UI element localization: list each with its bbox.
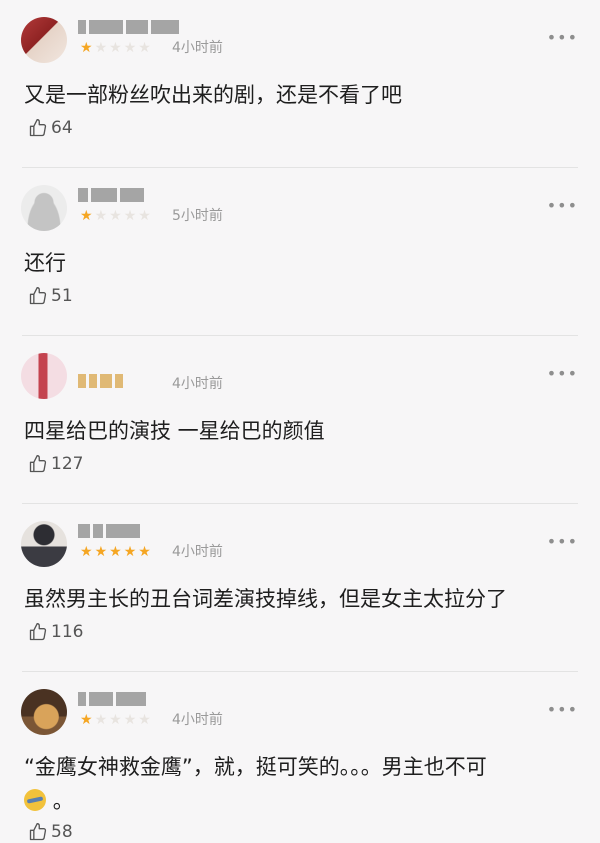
comment-item: 4小时前 ••• 四星给巴的演技 一星给巴的颜值 127 <box>0 336 600 504</box>
thumbs-up-icon <box>29 287 47 305</box>
avatar[interactable] <box>21 689 67 735</box>
star-icon: ★ <box>80 544 93 560</box>
star-rating: ★ ★ ★ ★ ★ <box>80 544 151 560</box>
timestamp: 4小时前 <box>172 544 223 560</box>
star-rating: ★ ★ ★ ★ ★ <box>80 40 151 56</box>
comment-text: “金鹰女神救金鹰”，就，挺可笑的。。。男主也不可 。 <box>24 750 564 818</box>
timestamp: 4小时前 <box>172 712 223 728</box>
thumbs-up-icon <box>29 119 47 137</box>
star-icon: ★ <box>109 208 122 224</box>
star-rating: ★ ★ ★ ★ ★ <box>80 712 151 728</box>
username-redacted[interactable] <box>78 184 144 206</box>
star-icon: ★ <box>109 544 122 560</box>
like-count: 64 <box>51 118 73 138</box>
like-count: 58 <box>51 822 73 842</box>
more-options-icon[interactable]: ••• <box>547 198 578 214</box>
avatar[interactable] <box>21 17 67 63</box>
star-icon: ★ <box>138 208 151 224</box>
timestamp: 5小时前 <box>172 208 223 224</box>
more-options-icon[interactable]: ••• <box>547 30 578 46</box>
star-icon: ★ <box>80 208 93 224</box>
like-button[interactable]: 64 <box>28 118 73 138</box>
like-button[interactable]: 58 <box>28 822 73 842</box>
more-options-icon[interactable]: ••• <box>547 702 578 718</box>
star-icon: ★ <box>80 40 93 56</box>
like-count: 116 <box>51 622 84 642</box>
star-icon: ★ <box>80 712 93 728</box>
star-icon: ★ <box>123 712 137 728</box>
username-redacted[interactable] <box>78 688 146 710</box>
comment-item: ★ ★ ★ ★ ★ 4小时前 ••• “金鹰女神救金鹰”，就，挺可笑的。。。男主… <box>0 672 600 843</box>
comment-text-line: “金鹰女神救金鹰”，就，挺可笑的。。。男主也不可 <box>24 755 487 779</box>
star-icon: ★ <box>94 544 108 560</box>
comment-text: 还行 <box>24 251 66 275</box>
star-icon: ★ <box>123 208 137 224</box>
timestamp: 4小时前 <box>172 40 223 56</box>
star-icon: ★ <box>94 40 108 56</box>
comment-text: 又是一部粉丝吹出来的剧，还是不看了吧 <box>24 83 402 107</box>
thumbs-up-icon <box>29 623 47 641</box>
comment-text: 四星给巴的演技 一星给巴的颜值 <box>24 419 325 443</box>
no-gesture-emoji-icon <box>24 789 46 811</box>
username-redacted[interactable] <box>78 16 179 38</box>
star-icon: ★ <box>123 544 137 560</box>
star-icon: ★ <box>109 712 122 728</box>
like-button[interactable]: 127 <box>28 454 83 474</box>
star-rating: ★ ★ ★ ★ ★ <box>80 208 151 224</box>
comment-item: ★ ★ ★ ★ ★ 5小时前 ••• 还行 51 <box>0 168 600 336</box>
thumbs-up-icon <box>29 455 47 473</box>
like-button[interactable]: 51 <box>28 286 73 306</box>
more-options-icon[interactable]: ••• <box>547 366 578 382</box>
comment-text: 虽然男主长的丑台词差演技掉线，但是女主太拉分了 <box>24 587 507 611</box>
avatar[interactable] <box>21 521 67 567</box>
star-icon: ★ <box>109 40 122 56</box>
star-icon: ★ <box>123 40 137 56</box>
comment-item: ★ ★ ★ ★ ★ 4小时前 ••• 又是一部粉丝吹出来的剧，还是不看了吧 64 <box>0 0 600 168</box>
username-redacted[interactable] <box>78 370 123 392</box>
like-count: 51 <box>51 286 73 306</box>
like-button[interactable]: 116 <box>28 622 83 642</box>
star-icon: ★ <box>138 712 151 728</box>
star-icon: ★ <box>138 544 151 560</box>
star-icon: ★ <box>94 208 108 224</box>
timestamp: 4小时前 <box>172 376 223 392</box>
avatar[interactable] <box>21 353 67 399</box>
star-icon: ★ <box>94 712 108 728</box>
more-options-icon[interactable]: ••• <box>547 534 578 550</box>
star-icon: ★ <box>138 40 151 56</box>
username-redacted[interactable] <box>78 520 140 542</box>
like-count: 127 <box>51 454 84 474</box>
comment-text-line: 。 <box>52 789 74 813</box>
comment-item: ★ ★ ★ ★ ★ 4小时前 ••• 虽然男主长的丑台词差演技掉线，但是女主太拉… <box>0 504 600 672</box>
avatar[interactable] <box>21 185 67 231</box>
comment-feed: ★ ★ ★ ★ ★ 4小时前 ••• 又是一部粉丝吹出来的剧，还是不看了吧 64… <box>0 0 600 843</box>
thumbs-up-icon <box>29 823 47 841</box>
